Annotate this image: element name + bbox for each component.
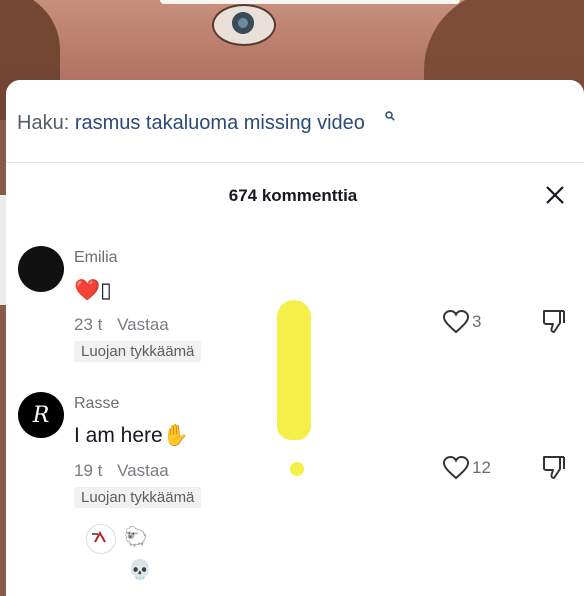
comments-header: 674 kommenttia [6, 180, 584, 210]
comment-username[interactable]: Rasse [74, 395, 119, 413]
search-query[interactable]: rasmus takaluoma missing video [75, 112, 365, 134]
search-prefix: Haku: [17, 112, 70, 134]
comment-time: 19 t [74, 461, 103, 480]
avatar[interactable] [18, 246, 64, 292]
like-button[interactable]: 3 [443, 308, 503, 336]
search-icon[interactable] [385, 111, 395, 121]
comment-meta: 23 t Vastaa [74, 315, 169, 335]
avatar[interactable]: R [18, 392, 64, 438]
heart-icon[interactable] [443, 310, 469, 334]
reply-button[interactable]: Vastaa [117, 461, 169, 480]
close-icon[interactable] [544, 184, 566, 206]
search-suggestion-text[interactable]: Haku: rasmus takaluoma missing video [17, 112, 365, 135]
comment-meta: 19 t Vastaa [74, 461, 169, 481]
dislike-icon[interactable] [541, 454, 567, 480]
comment-count: 674 kommenttia [228, 186, 358, 205]
creator-liked-badge: Luojan tykkäämä [74, 341, 202, 362]
comment-username[interactable]: Emilia [74, 249, 118, 267]
reply-avatars[interactable]: 🐑 💀 [86, 522, 186, 582]
like-count: 3 [472, 312, 482, 331]
dislike-icon[interactable] [541, 308, 567, 334]
avatar-letter: R [32, 402, 50, 428]
reply-avatar-sheep[interactable]: 🐑 [122, 524, 150, 552]
heart-icon[interactable] [443, 456, 469, 480]
comment-text: ❤️▯ [74, 279, 112, 302]
annotation-exclamation-mark [277, 300, 311, 440]
like-button[interactable]: 12 [443, 454, 503, 482]
video-caption-strip [160, 0, 460, 4]
search-suggestion[interactable]: Haku: rasmus takaluoma missing video [6, 80, 584, 163]
creator-liked-badge: Luojan tykkäämä [74, 487, 202, 508]
reply-button[interactable]: Vastaa [117, 315, 169, 334]
video-eye [212, 4, 276, 46]
comment-text: I am here✋ [74, 424, 189, 447]
like-count: 12 [472, 458, 491, 477]
reply-avatar-skull[interactable]: 💀 [126, 557, 154, 585]
comment-time: 23 t [74, 315, 103, 334]
annotation-exclamation-dot [290, 462, 304, 476]
reply-avatar-logo[interactable] [86, 524, 116, 554]
logo-icon [92, 530, 106, 543]
